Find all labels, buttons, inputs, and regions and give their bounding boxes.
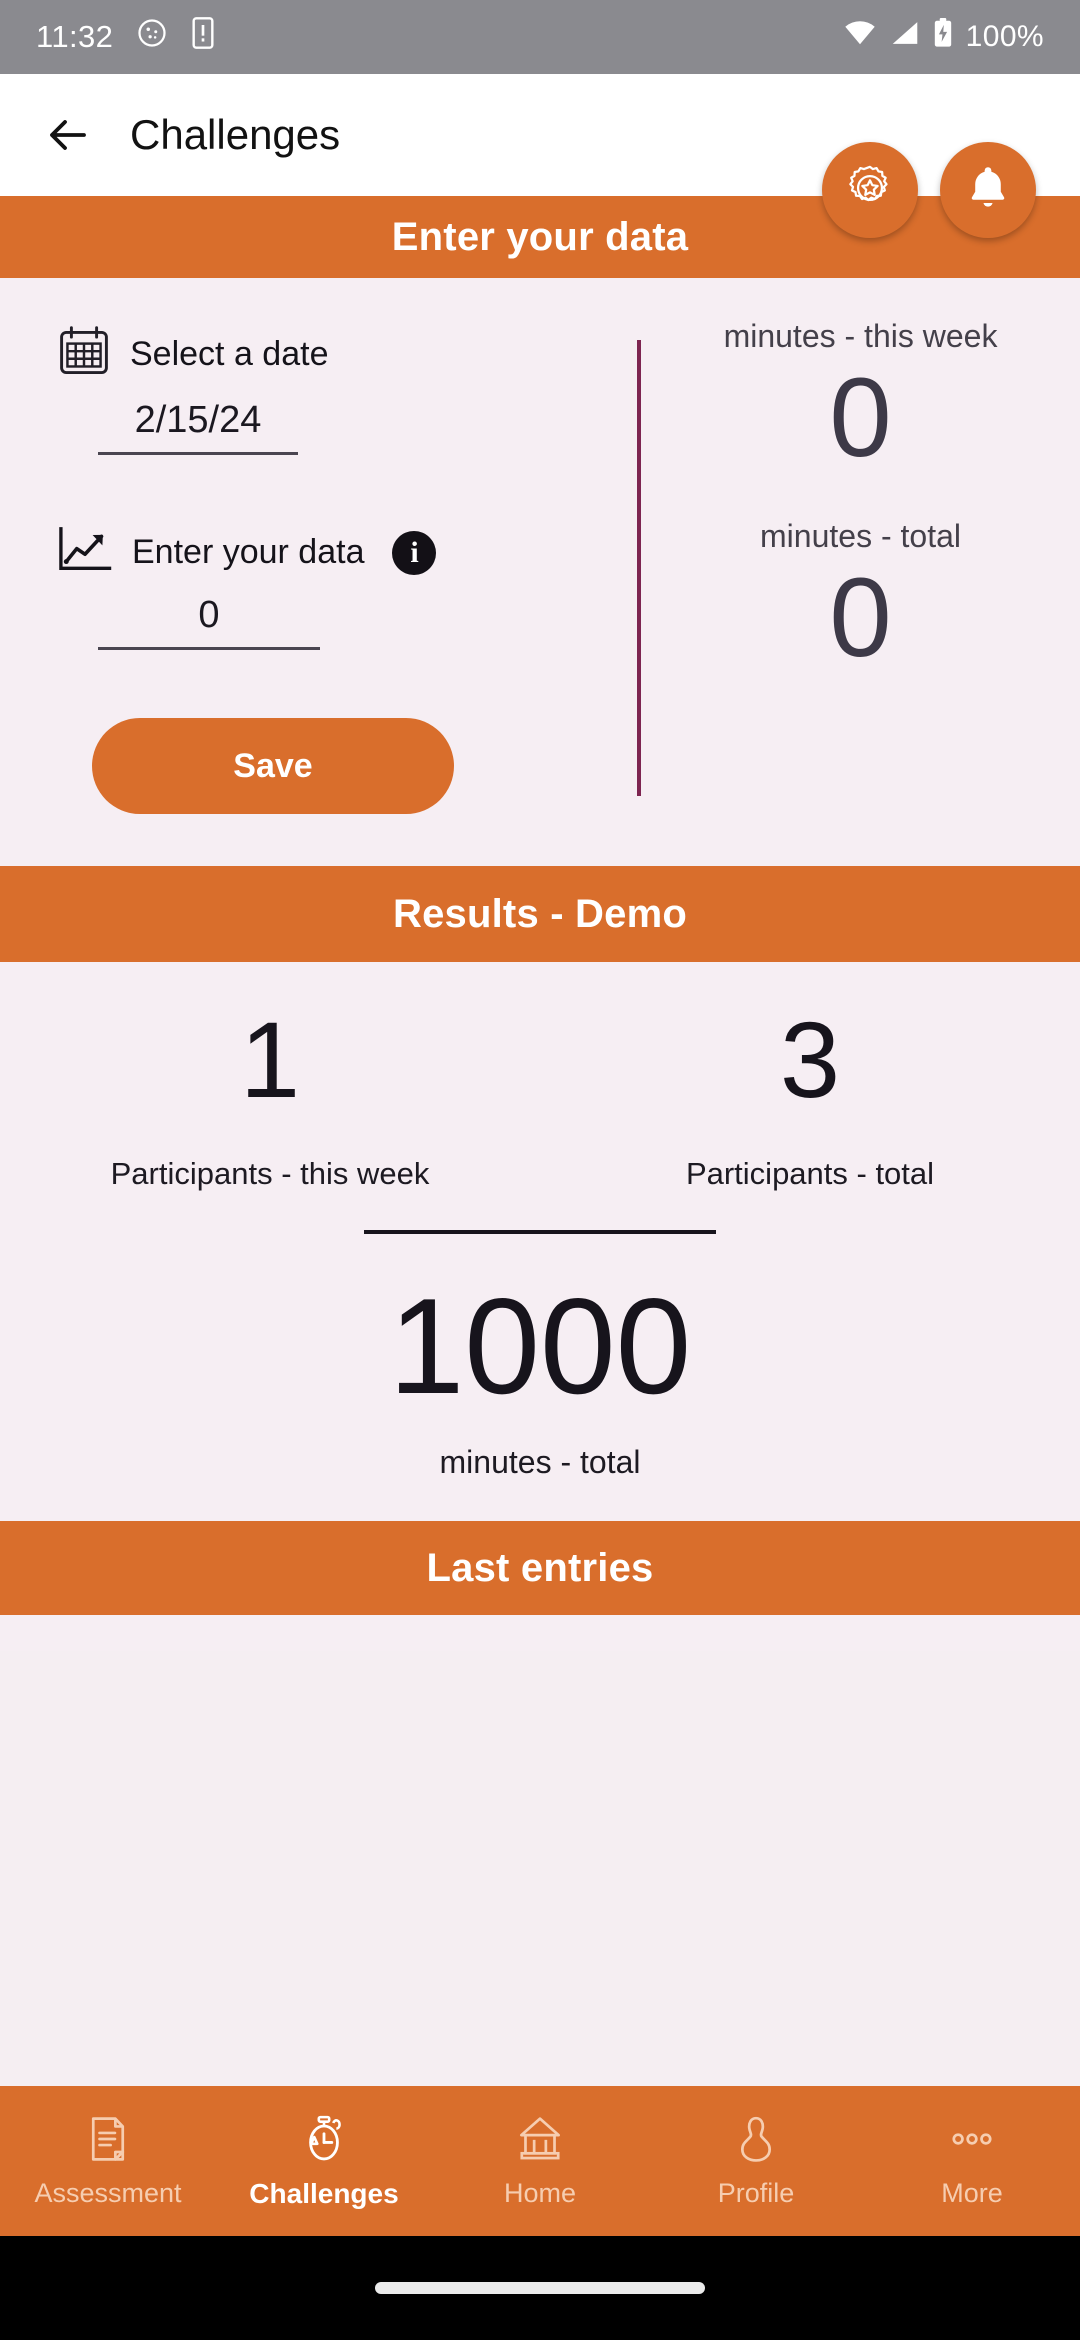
result-participants-total-label: Participants - total — [685, 1156, 935, 1191]
result-participants-week-label: Participants - this week — [110, 1156, 430, 1191]
vertical-divider — [637, 340, 641, 796]
stat-minutes-total-label: minutes - total — [760, 518, 961, 555]
data-field-label: Enter your data — [132, 533, 365, 571]
info-icon[interactable]: i — [392, 530, 437, 575]
calendar-icon — [56, 324, 112, 385]
enter-data-card: Select a date 2/15/24 Enter your data i … — [0, 278, 1080, 860]
results-card: 1 Participants - this week 3 Participant… — [0, 962, 1080, 1521]
results-section-header: Results - Demo — [0, 866, 1080, 962]
stopwatch-icon — [298, 2113, 350, 2170]
nav-item-more-label: More — [941, 2178, 1003, 2208]
nav-item-home-label: Home — [503, 2178, 577, 2208]
result-participants-total-value: 3 — [779, 999, 841, 1120]
cookie-notification-icon — [137, 18, 167, 56]
nav-item-profile-label: Profile — [717, 2178, 795, 2208]
results-divider — [364, 1230, 716, 1234]
date-input-underline — [98, 452, 298, 455]
status-bar-clock: 11:32 — [36, 19, 114, 54]
stat-minutes-this-week-label: minutes - this week — [723, 318, 998, 354]
data-input-underline — [98, 647, 320, 650]
nav-item-home[interactable]: Home — [432, 2113, 648, 2209]
last-entries-section-header: Last entries — [0, 1521, 1080, 1615]
nav-item-assessment[interactable]: Assessment — [0, 2113, 216, 2209]
back-button[interactable] — [40, 107, 96, 163]
status-bar-right: 100% — [843, 18, 1044, 56]
bell-icon — [962, 162, 1014, 219]
entry-form-column: Select a date 2/15/24 Enter your data i … — [0, 318, 637, 814]
stat-spacer — [641, 480, 1080, 518]
nav-item-challenges-label: Challenges — [249, 2177, 399, 2209]
document-icon — [82, 2113, 134, 2170]
nav-item-profile[interactable]: Profile — [648, 2113, 864, 2209]
nav-item-challenges[interactable]: Challenges — [216, 2113, 432, 2210]
date-field-label: Select a date — [130, 335, 329, 373]
result-participants-week: 1 Participants - this week — [0, 1006, 540, 1192]
result-participants-total: 3 Participants - total — [540, 1006, 1080, 1192]
home-icon — [514, 2113, 566, 2170]
notifications-fab-button[interactable] — [940, 142, 1036, 238]
battery-percentage: 100% — [965, 20, 1044, 53]
status-bar: 11:32 100% — [0, 0, 1080, 74]
system-gesture-area — [0, 2236, 1080, 2340]
cellular-signal-icon — [890, 19, 920, 55]
result-minutes-total: 1000 minutes - total — [0, 1278, 1080, 1481]
results-columns: 1 Participants - this week 3 Participant… — [0, 1006, 1080, 1192]
nav-item-assessment-label: Assessment — [34, 2178, 182, 2208]
stat-minutes-this-week-value: 0 — [829, 355, 892, 480]
entry-stats-column: minutes - this week 0 minutes - total 0 — [637, 318, 1080, 814]
badge-award-icon — [843, 161, 897, 220]
date-field-label-row: Select a date — [56, 324, 637, 385]
nav-item-more[interactable]: More — [864, 2113, 1080, 2209]
stat-minutes-total-value: 0 — [829, 555, 892, 681]
stat-minutes-total: minutes - total 0 — [641, 518, 1080, 680]
data-field-label-row: Enter your data i — [56, 525, 637, 580]
save-button[interactable]: Save — [92, 718, 454, 814]
data-input-wrapper[interactable]: 0 — [98, 580, 320, 650]
floating-action-buttons — [822, 142, 1036, 238]
result-minutes-total-label: minutes - total — [439, 1444, 641, 1480]
date-input-value[interactable]: 2/15/24 — [98, 385, 298, 452]
awards-fab-button[interactable] — [822, 142, 918, 238]
trending-up-chart-icon — [56, 525, 114, 580]
wifi-icon — [843, 19, 877, 55]
more-dots-icon — [946, 2113, 998, 2170]
date-field-group: Select a date 2/15/24 — [56, 324, 637, 455]
result-participants-week-value: 1 — [239, 999, 301, 1120]
data-input-value[interactable]: 0 — [98, 580, 320, 647]
page-title: Challenges — [130, 111, 341, 158]
status-bar-left: 11:32 — [36, 17, 215, 57]
last-entries-section-title: Last entries — [426, 1545, 654, 1590]
battery-charging-icon — [933, 18, 953, 56]
date-input-wrapper[interactable]: 2/15/24 — [98, 385, 298, 455]
home-gesture-bar[interactable] — [375, 2282, 705, 2294]
result-minutes-total-value: 1000 — [388, 1270, 692, 1422]
sim-alert-icon — [191, 17, 215, 57]
info-icon-glyph: i — [410, 535, 419, 569]
last-entries-content-placeholder — [0, 1615, 1080, 1651]
person-icon — [730, 2113, 782, 2170]
bottom-navigation-bar: Assessment Challenges Home Profile More — [0, 2086, 1080, 2236]
results-section-title: Results - Demo — [393, 891, 687, 936]
enter-data-section-title: Enter your data — [391, 214, 689, 259]
stat-minutes-this-week: minutes - this week 0 — [641, 318, 1080, 480]
data-field-group: Enter your data i 0 — [56, 525, 637, 650]
